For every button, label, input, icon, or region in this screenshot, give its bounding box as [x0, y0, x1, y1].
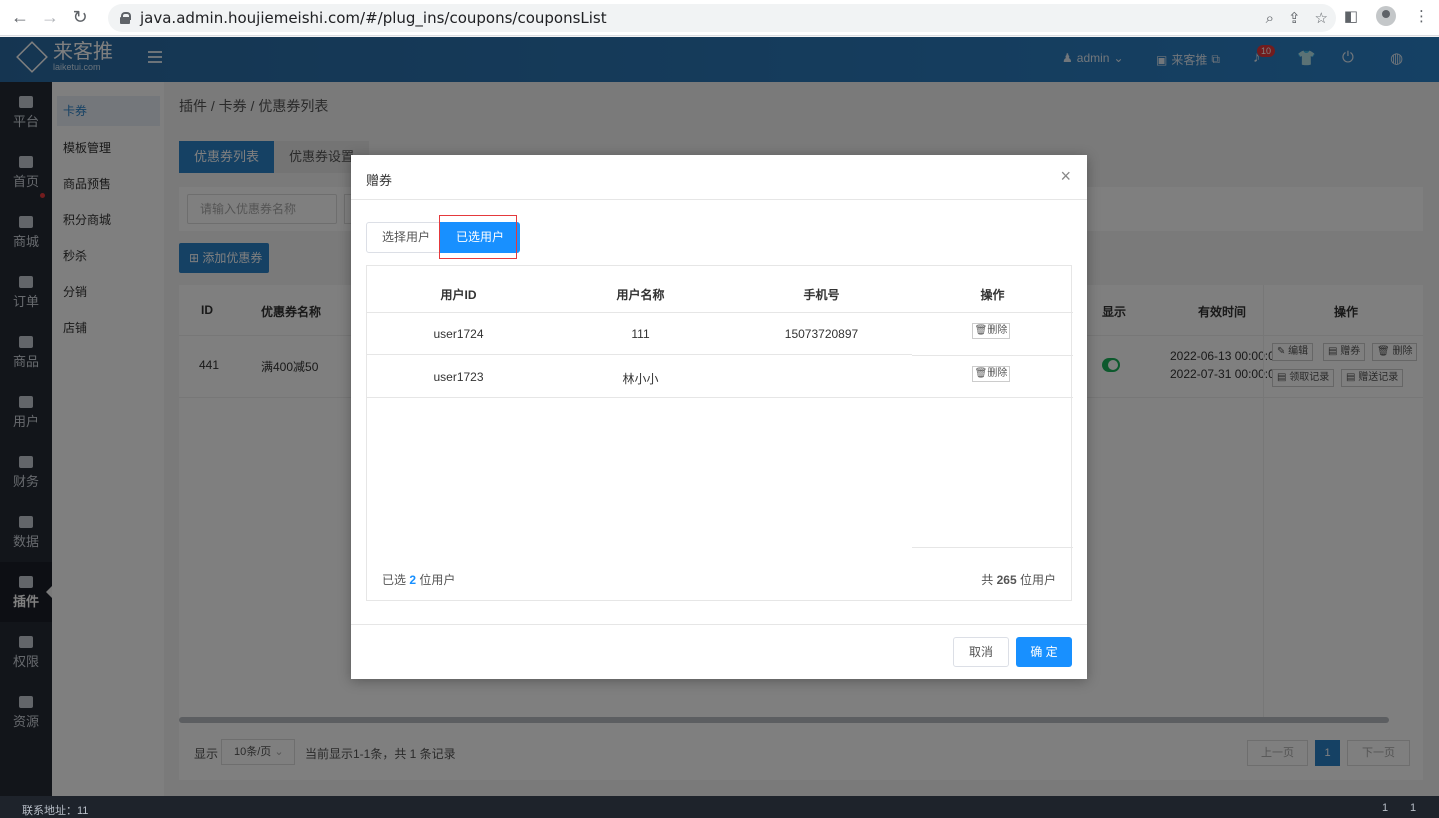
star-icon[interactable]: ☆ [1315, 9, 1328, 27]
sidepanel-icon[interactable]: ◧ [1344, 7, 1358, 25]
address-bar[interactable]: java.admin.houjiemeishi.com/#/plug_ins/c… [108, 4, 1336, 32]
col-header-user-name: 用户名称 [616, 288, 665, 302]
selected-count: 已选 2 位用户 [382, 571, 455, 588]
dialog-title: 赠券 [366, 173, 393, 188]
total-suffix: 位用户 [1019, 573, 1056, 587]
cell-phone: 15073720897 [784, 327, 859, 341]
browser-toolbar: ← → ↻ java.admin.houjiemeishi.com/#/plug… [0, 0, 1439, 36]
dialog-header: 赠券 × [351, 155, 1087, 200]
remove-user-button[interactable]: 🗑删除 [972, 323, 1010, 339]
contact-address: 联系地址：11 [22, 805, 89, 817]
col-header-op: 操作 [980, 288, 1005, 302]
forward-arrow-icon[interactable]: → [35, 3, 65, 33]
profile-avatar[interactable] [1376, 6, 1396, 26]
divider [367, 312, 1073, 313]
selected-prefix: 已选 [382, 573, 407, 587]
share-icon[interactable]: ⇪ [1288, 9, 1301, 27]
col-header-phone: 手机号 [803, 288, 840, 302]
close-icon[interactable]: × [1060, 167, 1071, 185]
total-count-number: 265 [996, 573, 1017, 587]
cell-user-name: 111 [631, 327, 650, 341]
remove-label: 删除 [987, 325, 1008, 336]
lock-icon [120, 12, 131, 24]
remove-user-button[interactable]: 🗑删除 [972, 366, 1010, 382]
back-arrow-icon[interactable]: ← [5, 3, 35, 33]
status-value-1: 1 [1382, 802, 1389, 814]
url-text: java.admin.houjiemeishi.com/#/plug_ins/c… [140, 9, 607, 27]
selected-suffix: 位用户 [419, 573, 456, 587]
cell-user-id: user1723 [433, 370, 484, 384]
dialog-footer-divider [351, 624, 1087, 625]
confirm-button[interactable]: 确 定 [1016, 637, 1072, 667]
zoom-icon[interactable]: ⌕ [1266, 10, 1274, 27]
cell-user-id: user1724 [433, 327, 484, 341]
status-value-2: 1 [1410, 802, 1417, 814]
col-header-user-id: 用户ID [440, 288, 477, 302]
gift-coupon-dialog: 赠券 × 选择用户 已选用户 用户ID 用户名称 手机号 操作 user1724… [351, 155, 1087, 679]
divider [912, 547, 1073, 548]
menu-kebab-icon[interactable]: ⋮ [1414, 7, 1429, 25]
remove-label: 删除 [987, 368, 1008, 379]
selected-count-number: 2 [409, 573, 417, 587]
divider [367, 397, 1073, 398]
selected-users-table: 用户ID 用户名称 手机号 操作 user1724 111 1507372089… [366, 265, 1073, 601]
highlight-box [439, 215, 517, 259]
reload-icon[interactable]: ↻ [65, 3, 95, 33]
divider [912, 355, 1073, 356]
total-prefix: 共 [981, 573, 994, 587]
cell-user-name: 林小小 [622, 372, 659, 386]
tab-select-users[interactable]: 选择用户 [366, 222, 447, 253]
status-bar: 联系地址：11 1 1 [0, 796, 1439, 818]
total-count: 共 265 位用户 [981, 571, 1056, 588]
cancel-button[interactable]: 取消 [953, 637, 1009, 667]
divider [367, 354, 912, 355]
